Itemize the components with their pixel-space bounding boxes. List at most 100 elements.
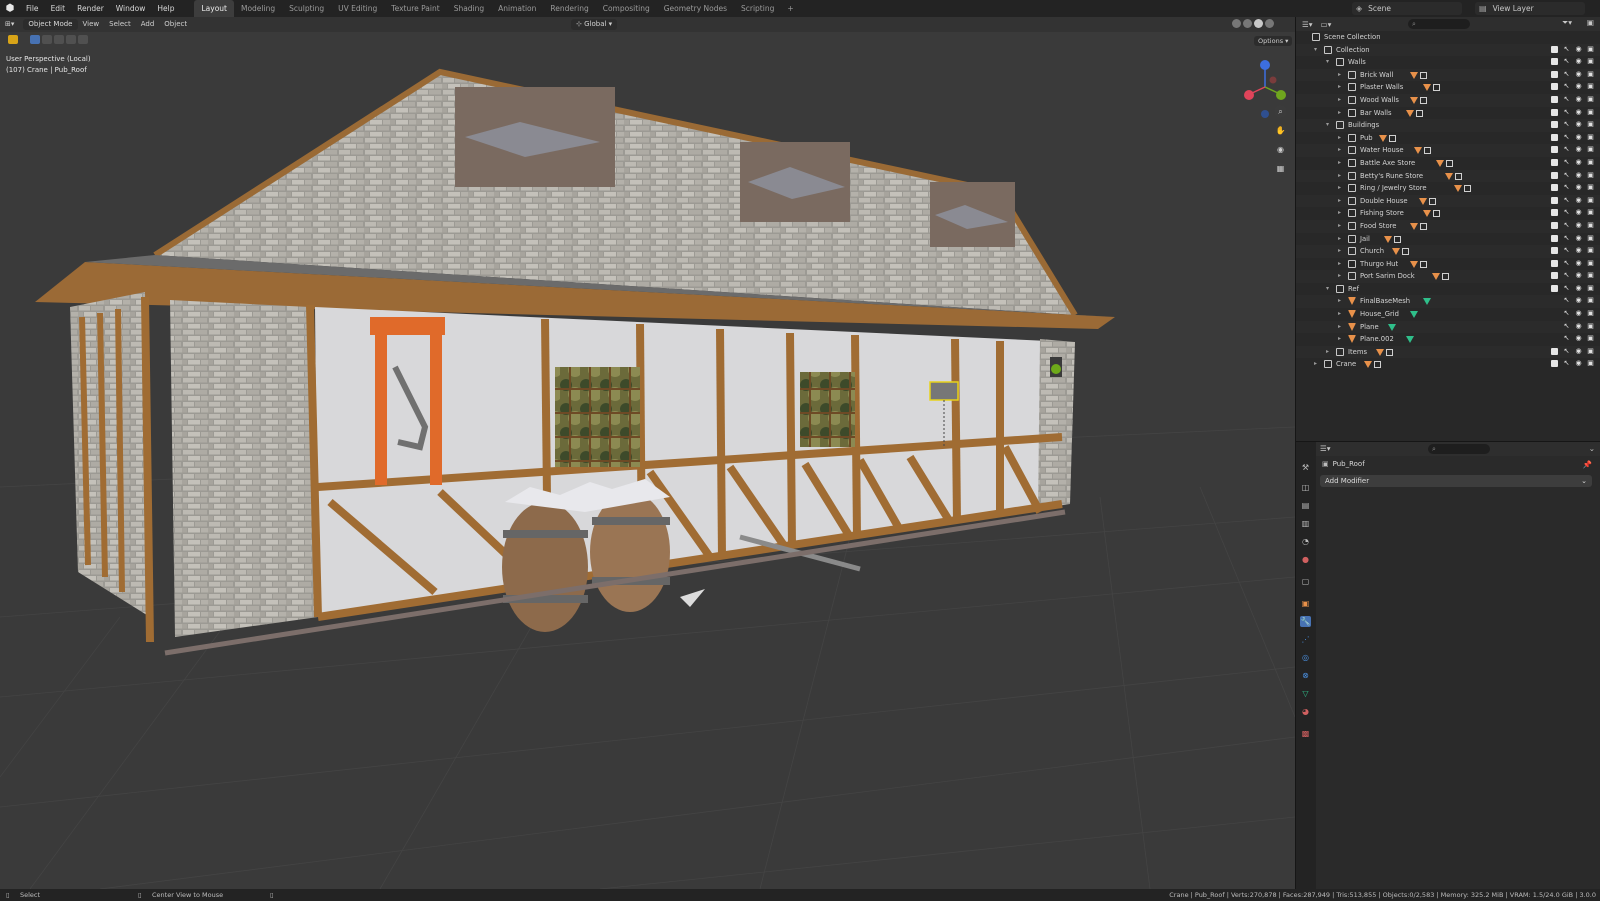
outliner-row[interactable]: ▸ Betty's Rune Store ↖ ◉ ▣ [1296, 169, 1600, 183]
blender-logo-icon[interactable]: ⬢ [0, 0, 20, 17]
camera-render-icon[interactable]: ▣ [1587, 184, 1594, 191]
tool-tab-icon[interactable]: ⚒ [1300, 462, 1311, 473]
object-tab-icon[interactable]: ▣ [1300, 598, 1311, 609]
outliner-row[interactable]: ▾ Collection ↖ ◉ ▣ [1296, 43, 1600, 57]
outliner-row[interactable]: ▸ Jail ↖ ◉ ▣ [1296, 233, 1600, 246]
tab-geometry-nodes[interactable]: Geometry Nodes [657, 0, 734, 17]
visibility-select-icon[interactable]: ↖ [1563, 133, 1570, 141]
rendered-shading-icon[interactable] [1265, 19, 1274, 28]
eye-icon[interactable]: ◉ [1575, 360, 1582, 367]
viewport-menu-object[interactable]: Object [159, 19, 192, 30]
exclude-checkbox[interactable] [1551, 234, 1558, 242]
eye-icon[interactable]: ◉ [1575, 121, 1582, 128]
eye-icon[interactable]: ◉ [1575, 310, 1582, 317]
options-dropdown[interactable]: Options ▾ [1254, 36, 1293, 46]
camera-render-icon[interactable]: ▣ [1587, 70, 1594, 78]
outliner-search[interactable]: ⌕ [1408, 19, 1470, 29]
outliner-row[interactable]: ▾ Buildings ↖ ◉ ▣ [1296, 119, 1600, 132]
exclude-checkbox[interactable] [1551, 158, 1558, 166]
wireframe-shading-icon[interactable] [1232, 19, 1241, 28]
visibility-select-icon[interactable]: ↖ [1563, 335, 1570, 342]
camera-render-icon[interactable]: ▣ [1587, 209, 1594, 216]
output-tab-icon[interactable]: ▤ [1300, 500, 1311, 511]
camera-render-icon[interactable]: ▣ [1587, 58, 1594, 65]
expand-arrow-icon[interactable]: ▸ [1314, 358, 1317, 371]
camera-render-icon[interactable]: ▣ [1587, 133, 1594, 141]
pan-hand-icon[interactable]: ✋ [1274, 124, 1287, 137]
outliner-row[interactable]: ▸ Ring / Jewelry Store ↖ ◉ ▣ [1296, 182, 1600, 195]
visibility-select-icon[interactable]: ↖ [1563, 146, 1570, 153]
outliner-row[interactable]: ▸ Wood Walls ↖ ◉ ▣ [1296, 93, 1600, 107]
expand-arrow-icon[interactable]: ▸ [1338, 245, 1341, 258]
viewport-menu-view[interactable]: View [78, 19, 105, 30]
expand-arrow-icon[interactable]: ▸ [1338, 81, 1341, 94]
camera-render-icon[interactable]: ▣ [1587, 284, 1594, 292]
expand-arrow-icon[interactable]: ▸ [1338, 295, 1341, 308]
eye-icon[interactable]: ◉ [1575, 297, 1582, 304]
properties-search[interactable]: ⌕ [1428, 444, 1490, 454]
select-extend-icon[interactable] [42, 35, 52, 44]
tab-rendering[interactable]: Rendering [543, 0, 595, 17]
visibility-select-icon[interactable]: ↖ [1563, 297, 1570, 304]
exclude-checkbox[interactable] [1551, 209, 1558, 217]
visibility-select-icon[interactable]: ↖ [1563, 83, 1570, 90]
outliner-editor-icon[interactable]: ☰▾ [1302, 20, 1313, 29]
collapse-arrow-icon[interactable]: ▾ [1314, 44, 1317, 57]
outliner-row[interactable]: ▸ Battle Axe Store ↖ ◉ ▣ [1296, 157, 1600, 170]
visibility-select-icon[interactable]: ↖ [1563, 121, 1570, 128]
eye-icon[interactable]: ◉ [1575, 196, 1582, 204]
outliner-row[interactable]: ▸ Plane ↖ ◉ ▣ [1296, 320, 1600, 334]
x-axis-icon[interactable] [1244, 90, 1254, 100]
pin-icon[interactable]: 📌 [1583, 460, 1592, 469]
eye-icon[interactable]: ◉ [1575, 322, 1582, 330]
scene-tab-icon[interactable]: ◔ [1300, 536, 1311, 547]
eye-icon[interactable]: ◉ [1575, 70, 1582, 78]
material-tab-icon[interactable]: ◕ [1300, 706, 1311, 717]
exclude-checkbox[interactable] [1551, 133, 1558, 141]
visibility-select-icon[interactable]: ↖ [1563, 272, 1570, 279]
visibility-select-icon[interactable]: ↖ [1563, 322, 1570, 330]
exclude-checkbox[interactable] [1551, 272, 1558, 280]
collapse-arrow-icon[interactable]: ▾ [1326, 283, 1329, 296]
visibility-select-icon[interactable]: ↖ [1563, 158, 1570, 166]
camera-render-icon[interactable]: ▣ [1587, 247, 1594, 254]
solid-shading-icon[interactable] [1243, 19, 1252, 28]
modifier-tab-icon[interactable]: 🔧 [1300, 616, 1311, 627]
outliner-row[interactable]: ▸ Brick Wall ↖ ◉ ▣ [1296, 68, 1600, 82]
select-box-icon[interactable] [30, 35, 40, 44]
visibility-select-icon[interactable]: ↖ [1563, 209, 1570, 216]
exclude-checkbox[interactable] [1551, 146, 1558, 154]
visibility-select-icon[interactable]: ↖ [1563, 70, 1570, 78]
camera-render-icon[interactable]: ▣ [1587, 171, 1594, 179]
outliner-row[interactable]: ▸ House_Grid ↖ ◉ ▣ [1296, 308, 1600, 321]
add-workspace-button[interactable]: + [781, 0, 799, 17]
data-tab-icon[interactable]: ▽ [1300, 688, 1311, 699]
camera-render-icon[interactable]: ▣ [1587, 196, 1594, 204]
outliner-row[interactable]: ▸ Crane ↖ ◉ ▣ [1296, 358, 1600, 371]
camera-render-icon[interactable]: ▣ [1587, 83, 1594, 90]
menu-window[interactable]: Window [110, 0, 152, 17]
menu-edit[interactable]: Edit [45, 0, 72, 17]
visibility-select-icon[interactable]: ↖ [1563, 221, 1570, 229]
camera-render-icon[interactable]: ▣ [1587, 347, 1594, 355]
visibility-select-icon[interactable]: ↖ [1563, 347, 1570, 355]
tab-shading[interactable]: Shading [447, 0, 491, 17]
camera-render-icon[interactable]: ▣ [1587, 234, 1594, 242]
camera-render-icon[interactable]: ▣ [1587, 322, 1594, 330]
visibility-select-icon[interactable]: ↖ [1563, 284, 1570, 292]
add-modifier-button[interactable]: Add Modifier ⌄ [1320, 475, 1592, 487]
eye-icon[interactable]: ◉ [1575, 184, 1582, 191]
outliner-row[interactable]: ▸ Church ↖ ◉ ▣ [1296, 245, 1600, 258]
expand-arrow-icon[interactable]: ▸ [1338, 258, 1341, 271]
render-tab-icon[interactable]: ◫ [1300, 482, 1311, 493]
expand-arrow-icon[interactable]: ▸ [1338, 321, 1341, 334]
exclude-checkbox[interactable] [1551, 259, 1558, 267]
camera-render-icon[interactable]: ▣ [1587, 146, 1594, 153]
expand-arrow-icon[interactable]: ▸ [1338, 233, 1341, 246]
eye-icon[interactable]: ◉ [1575, 133, 1582, 141]
exclude-checkbox[interactable] [1551, 95, 1558, 103]
eye-icon[interactable]: ◉ [1575, 247, 1582, 254]
zoom-icon[interactable]: ⌕ [1274, 105, 1287, 118]
tab-texture-paint[interactable]: Texture Paint [384, 0, 446, 17]
outliner-row[interactable]: ▸ Items ↖ ◉ ▣ [1296, 345, 1600, 359]
